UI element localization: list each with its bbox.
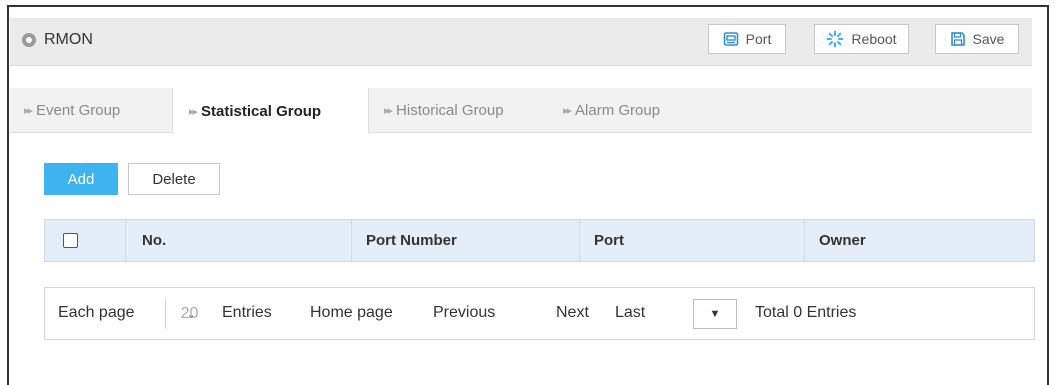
tab-bar: ▸▸ Event Group ▸▸ Statistical Group ▸▸ H… bbox=[10, 88, 1032, 134]
chevron-down-icon: ⌄ bbox=[186, 308, 196, 321]
double-chevron-icon: ▸▸ bbox=[24, 105, 33, 117]
add-button[interactable]: Add bbox=[44, 163, 118, 195]
next-link[interactable]: Next bbox=[556, 304, 589, 322]
floppy-disk-icon bbox=[950, 32, 965, 46]
page-size-select[interactable]: 20 ⌄ bbox=[165, 299, 213, 329]
reboot-icon bbox=[826, 30, 844, 48]
column-header-port[interactable]: Port bbox=[580, 220, 805, 261]
port-button[interactable]: Port bbox=[708, 24, 786, 54]
column-header-owner[interactable]: Owner bbox=[805, 220, 1034, 261]
tab-alarm-group[interactable]: ▸▸ Alarm Group bbox=[563, 88, 693, 133]
table-header: No. Port Number Port Owner bbox=[44, 219, 1035, 262]
panel-title: RMON bbox=[22, 31, 93, 49]
column-header-no[interactable]: No. bbox=[126, 220, 352, 261]
port-button-label: Port bbox=[745, 31, 772, 47]
delete-button[interactable]: Delete bbox=[128, 163, 220, 195]
last-link[interactable]: Last bbox=[615, 304, 645, 322]
previous-link[interactable]: Previous bbox=[433, 304, 495, 322]
save-button-label: Save bbox=[972, 31, 1005, 47]
tab-statistical-group[interactable]: ▸▸ Statistical Group bbox=[172, 88, 369, 134]
tab-event-group[interactable]: ▸▸ Event Group bbox=[10, 88, 172, 133]
tab-label: Historical Group bbox=[396, 102, 504, 119]
select-all-checkbox[interactable] bbox=[63, 233, 78, 248]
panel-title-text: RMON bbox=[44, 31, 93, 48]
home-page-link[interactable]: Home page bbox=[310, 304, 393, 322]
entries-label: Entries bbox=[222, 304, 272, 321]
reboot-button[interactable]: Reboot bbox=[814, 24, 909, 54]
panel-header: RMON Port Reboot Save bbox=[10, 18, 1032, 66]
chevron-down-icon: ▼ bbox=[709, 308, 721, 320]
double-chevron-icon: ▸▸ bbox=[563, 105, 572, 117]
port-icon bbox=[723, 32, 738, 46]
select-all-cell bbox=[45, 220, 126, 261]
location-pin-icon bbox=[22, 33, 36, 47]
tab-label: Alarm Group bbox=[575, 102, 661, 119]
page-jump-select[interactable]: ▼ bbox=[693, 299, 737, 329]
save-button[interactable]: Save bbox=[935, 24, 1019, 54]
tab-label: Statistical Group bbox=[201, 102, 322, 120]
double-chevron-icon: ▸▸ bbox=[384, 105, 393, 117]
each-page-label: Each page bbox=[58, 304, 135, 321]
pagination-bar: Each page 20 ⌄ Entries Home page Previou… bbox=[44, 287, 1035, 340]
tab-historical-group[interactable]: ▸▸ Historical Group bbox=[384, 88, 554, 133]
tab-label: Event Group bbox=[36, 102, 121, 119]
total-entries: Total 0 Entries bbox=[755, 304, 857, 321]
reboot-button-label: Reboot bbox=[851, 31, 897, 47]
double-chevron-icon: ▸▸ bbox=[189, 105, 198, 118]
column-header-port-number[interactable]: Port Number bbox=[352, 220, 580, 261]
